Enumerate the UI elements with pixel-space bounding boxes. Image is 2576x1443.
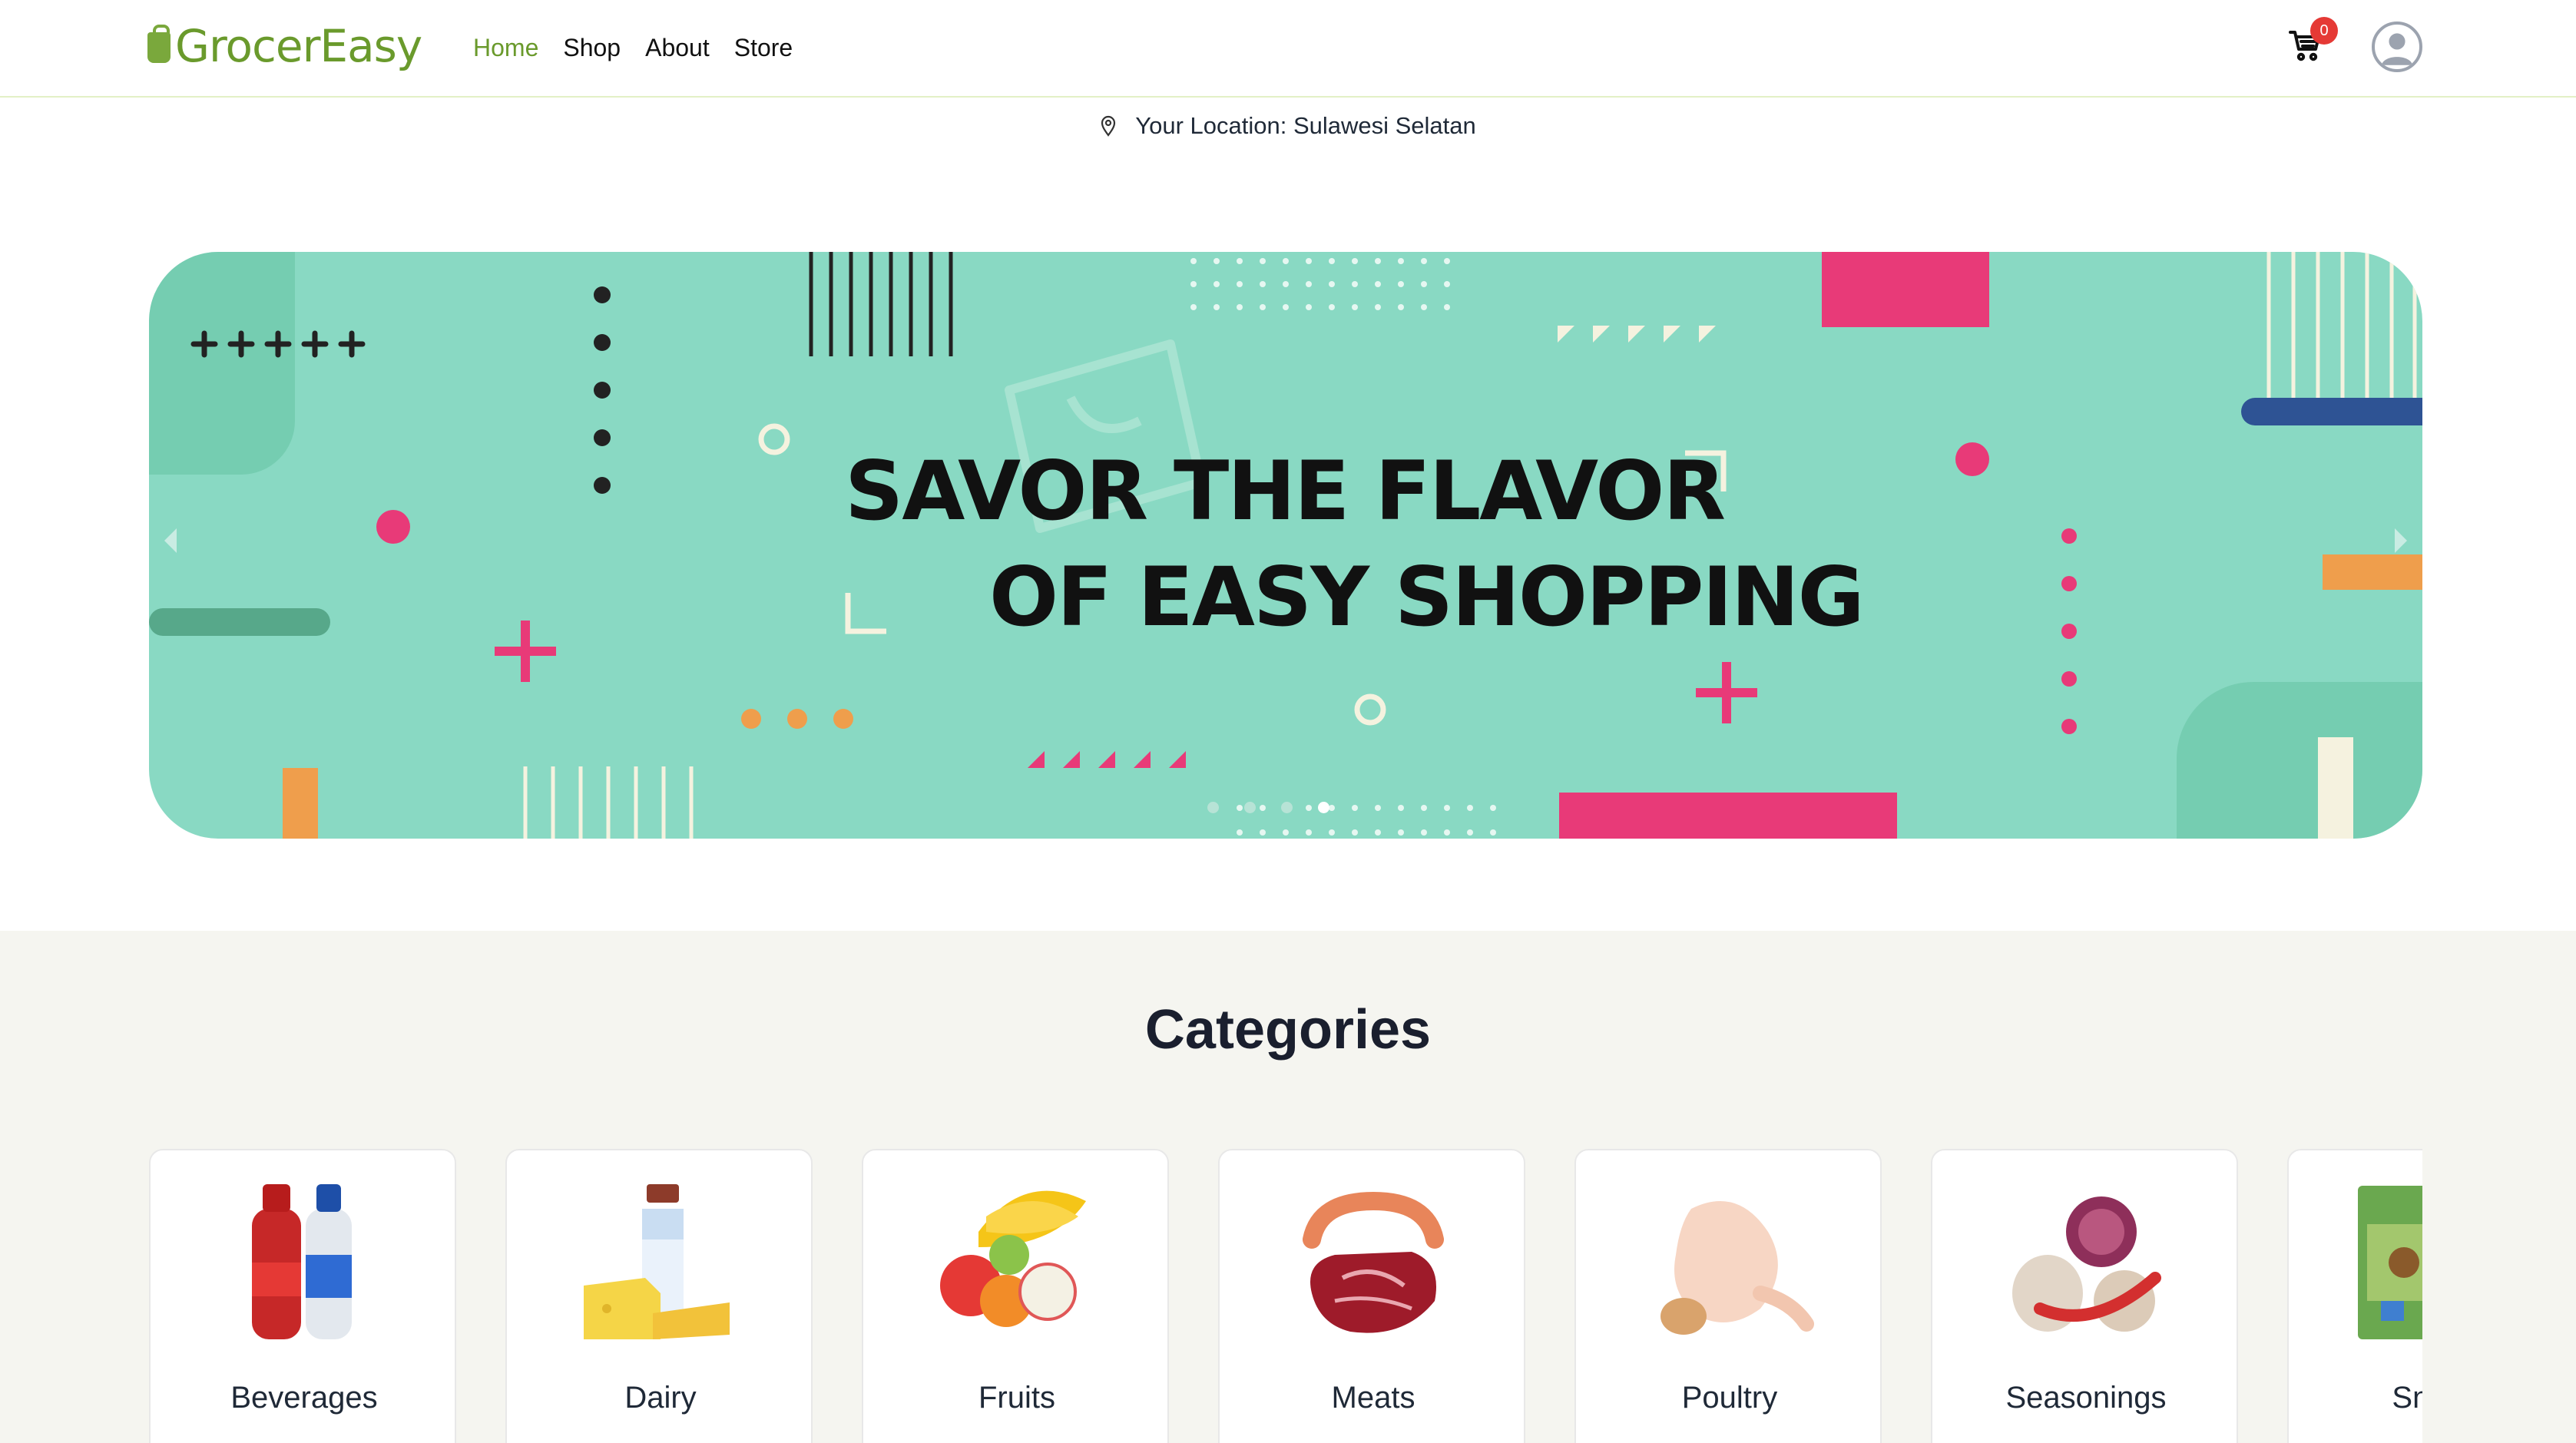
user-avatar-button[interactable] [2372,22,2422,72]
categories-section: Categories Beverages Dairy Fruits Meats … [0,931,2576,1443]
top-navbar: GrocerEasy Home Shop About Store 0 [0,0,2576,98]
brand-logo[interactable]: GrocerEasy [147,20,422,72]
map-pin-icon [1101,115,1116,137]
shopping-bag-icon [147,25,171,63]
category-card-dairy[interactable]: Dairy [505,1149,813,1443]
snacks-icon [2358,1186,2422,1339]
nav-store-link[interactable]: Store [734,32,793,63]
category-card-meats[interactable]: Meats [1218,1149,1525,1443]
cart-count-badge: 0 [2310,17,2338,45]
hero-carousel[interactable]: SAVOR THE FLAVOR OF EASY SHOPPING [149,252,2422,839]
banner-headline-line1: SAVOR THE FLAVOR [845,444,1726,538]
nav-about-link[interactable]: About [645,32,710,63]
cart-button[interactable]: 0 [2287,17,2338,65]
carousel-prev-arrow-icon[interactable] [164,528,177,553]
category-card-snacks[interactable]: Snacks [2287,1149,2422,1443]
carousel-next-arrow-icon[interactable] [2395,528,2407,553]
categories-carousel: Beverages Dairy Fruits Meats Poultry Sea… [149,1149,2422,1443]
poultry-icon [1660,1201,1814,1335]
banner-headline-line2: OF EASY SHOPPING [989,550,1865,644]
category-label: Snacks [2392,1381,2422,1415]
carousel-dot-3[interactable] [1281,802,1293,813]
dairy-icon [584,1184,730,1339]
banner-decorations [149,252,2422,839]
carousel-dot-2[interactable] [1244,802,1256,813]
carousel-indicators [1207,802,1329,813]
category-label: Dairy [624,1381,697,1415]
location-bar: Your Location: Sulawesi Selatan [0,112,2576,140]
nav-home-link[interactable]: Home [473,32,538,63]
fruits-icon [940,1190,1086,1327]
category-card-poultry[interactable]: Poultry [1574,1149,1882,1443]
seasonings-icon [2012,1196,2161,1332]
beverages-icon [252,1184,352,1339]
location-text: Your Location: Sulawesi Selatan [1135,112,1476,139]
category-card-beverages[interactable]: Beverages [149,1149,456,1443]
meats-icon [1303,1191,1444,1333]
main-nav: Home Shop About Store [473,32,817,63]
category-card-seasonings[interactable]: Seasonings [1931,1149,2238,1443]
brand-name: GrocerEasy [175,20,422,72]
category-label: Beverages [230,1381,378,1415]
categories-heading: Categories [1144,999,1432,1061]
user-icon [2381,33,2413,65]
category-card-fruits[interactable]: Fruits [862,1149,1169,1443]
category-label: Seasonings [2005,1381,2167,1415]
carousel-dot-4[interactable] [1318,802,1329,813]
category-label: Poultry [1681,1381,1778,1415]
carousel-dot-1[interactable] [1207,802,1219,813]
category-label: Fruits [978,1381,1055,1415]
category-label: Meats [1331,1381,1415,1415]
nav-shop-link[interactable]: Shop [563,32,621,63]
